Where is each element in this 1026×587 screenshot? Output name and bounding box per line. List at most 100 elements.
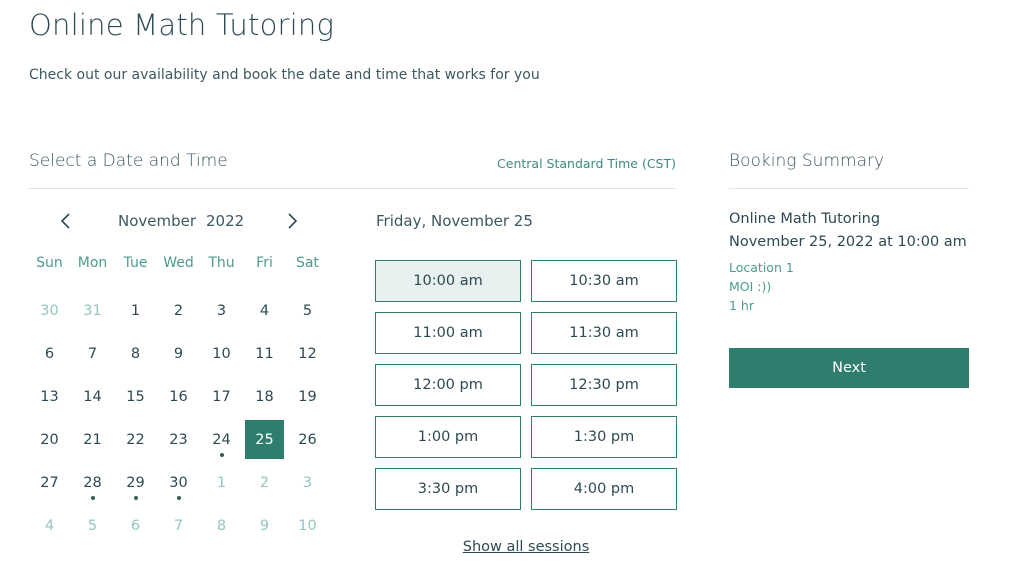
calendar-day[interactable]: 7 [157,504,200,547]
calendar-day-number: 9 [259,517,270,534]
calendar-day-number: 5 [302,302,313,319]
calendar-day-number: 30 [169,474,188,491]
calendar-day[interactable]: 9 [243,504,286,547]
calendar-day[interactable]: 7 [71,332,114,375]
calendar-day-number: 24 [212,431,231,448]
calendar-day[interactable]: 8 [114,332,157,375]
calendar-day-number: 2 [259,474,270,491]
calendar-day-number: 5 [87,517,98,534]
summary-datetime: November 25, 2022 at 10:00 am [729,234,967,250]
calendar-day-number: 10 [212,345,231,362]
calendar-day-number: 3 [216,302,227,319]
calendar-day[interactable]: 23 [157,418,200,461]
calendar-day-number: 21 [83,431,102,448]
calendar-day[interactable]: 22 [114,418,157,461]
calendar-day-number: 8 [130,345,141,362]
time-slot[interactable]: 10:30 am [531,260,677,302]
availability-dot-icon [219,453,224,457]
calendar-day[interactable]: 21 [71,418,114,461]
calendar-day[interactable]: 4 [243,289,286,332]
calendar-day-number: 4 [259,302,270,319]
calendar-day[interactable]: 10 [200,332,243,375]
calendar-day[interactable]: 19 [286,375,329,418]
availability-dot-icon [90,496,95,500]
weekday-label: Mon [77,255,108,271]
calendar-day[interactable]: 6 [114,504,157,547]
calendar-day-number: 4 [44,517,55,534]
calendar-day-number: 7 [173,517,184,534]
calendar-day-number: 14 [83,388,102,405]
show-all-sessions-link[interactable]: Show all sessions [376,539,676,555]
calendar-day[interactable]: 1 [200,461,243,504]
time-slot[interactable]: 11:30 am [531,312,677,354]
time-slot[interactable]: 3:30 pm [375,468,521,510]
time-slot-grid: 10:00 am 10:30 am 11:00 am 11:30 am 12:00 pm… [375,260,677,510]
calendar-day-number: 27 [40,474,59,491]
calendar-day[interactable]: 13 [28,375,71,418]
chevron-right-icon[interactable] [281,210,303,232]
calendar-day[interactable]: 17 [200,375,243,418]
summary-location: Location 1 [729,260,794,275]
timezone-label[interactable]: Central Standard Time (CST) [480,156,676,171]
calendar-day[interactable]: 8 [200,504,243,547]
calendar-day[interactable]: 9 [157,332,200,375]
calendar-day-number: 1 [130,302,141,319]
calendar-day-selected[interactable]: 25 [245,420,284,459]
calendar-day[interactable]: 4 [28,504,71,547]
calendar-day[interactable]: 5 [286,289,329,332]
calendar-day-number: 7 [87,345,98,362]
time-slot-selected[interactable]: 10:00 am [375,260,521,302]
calendar-day[interactable]: 30 [28,289,71,332]
calendar-day[interactable]: 29 [114,461,157,504]
calendar-day[interactable]: 24 [200,418,243,461]
calendar-day-number: 31 [83,302,102,319]
time-slot[interactable]: 4:00 pm [531,468,677,510]
availability-dot-icon [176,496,181,500]
calendar-day-number: 8 [216,517,227,534]
calendar-day[interactable]: 30 [157,461,200,504]
calendar-day[interactable]: 20 [28,418,71,461]
weekday-label: Wed [163,255,194,271]
calendar-day-number: 28 [83,474,102,491]
calendar-day[interactable]: 27 [28,461,71,504]
calendar-day[interactable]: 12 [286,332,329,375]
calendar-day-number: 15 [126,388,145,405]
calendar-day[interactable]: 3 [200,289,243,332]
page-subtitle: Check out our availability and book the … [29,67,540,83]
calendar-day[interactable]: 26 [286,418,329,461]
calendar-day-number: 20 [40,431,59,448]
calendar-day[interactable]: 11 [243,332,286,375]
calendar-day-number: 23 [169,431,188,448]
calendar-day[interactable]: 2 [243,461,286,504]
chevron-left-icon[interactable] [55,210,77,232]
summary-service: Online Math Tutoring [729,211,881,227]
calendar-day-number: 26 [298,431,317,448]
calendar-day[interactable]: 1 [114,289,157,332]
summary-duration: 1 hr [729,298,754,313]
calendar-day-number: 30 [40,302,59,319]
calendar-day[interactable]: 10 [286,504,329,547]
summary-staff: MOI :)) [729,279,772,294]
availability-dot-icon [133,496,138,500]
calendar-day[interactable]: 2 [157,289,200,332]
calendar-day-grid: 30 31 1 2 3 4 5 6 7 8 9 10 11 12 13 14 15 16 17 18 19 20 21 22 2… [28,289,329,547]
calendar-day[interactable]: 5 [71,504,114,547]
calendar-day[interactable]: 28 [71,461,114,504]
calendar-day-number: 17 [212,388,231,405]
calendar-day[interactable]: 15 [114,375,157,418]
next-button[interactable]: Next [729,348,969,388]
page-title: Online Math Tutoring [29,8,335,42]
calendar-day[interactable]: 18 [243,375,286,418]
time-slot[interactable]: 12:00 pm [375,364,521,406]
calendar-day[interactable]: 3 [286,461,329,504]
weekday-label: Sat [296,255,319,271]
calendar-day[interactable]: 16 [157,375,200,418]
time-slot[interactable]: 12:30 pm [531,364,677,406]
calendar-day[interactable]: 14 [71,375,114,418]
calendar-day[interactable]: 6 [28,332,71,375]
time-slot[interactable]: 1:00 pm [375,416,521,458]
calendar-day[interactable]: 31 [71,289,114,332]
time-slot[interactable]: 1:30 pm [531,416,677,458]
calendar-day-number: 19 [298,388,317,405]
time-slot[interactable]: 11:00 am [375,312,521,354]
